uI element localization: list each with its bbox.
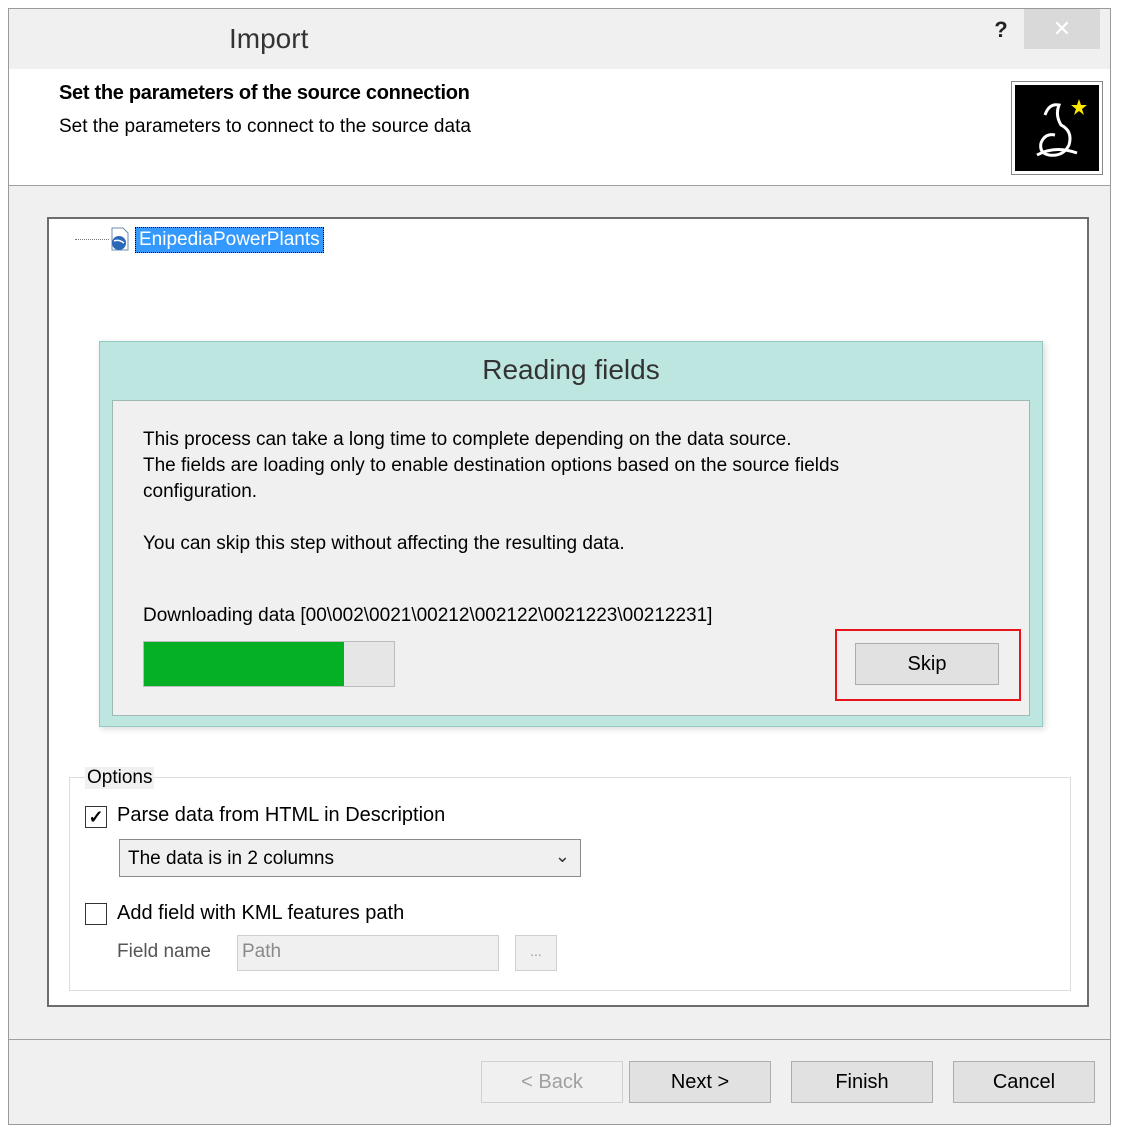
columns-select[interactable]: The data is in 2 columns ⌄ [119,839,581,877]
footer-separator [9,1039,1110,1040]
tree-connector [75,239,109,240]
field-name-label: Field name [117,941,211,962]
tree-item-enipedia[interactable]: EnipediaPowerPlants [135,227,324,253]
cancel-button[interactable]: Cancel [953,1061,1095,1103]
finish-button[interactable]: Finish [791,1061,933,1103]
kml-layer-icon [109,227,131,251]
title-bar: Import ? ✕ [9,9,1110,69]
back-button[interactable]: < Back [481,1061,623,1103]
parse-html-checkbox[interactable]: ✓ [85,806,107,828]
skip-note: You can skip this step without affecting… [143,533,625,554]
reading-fields-title: Reading fields [482,354,660,385]
chevron-down-icon: ⌄ [554,846,570,866]
skip-button[interactable]: Skip [855,643,999,685]
parse-html-label[interactable]: Parse data from HTML in Description [117,804,445,827]
close-button[interactable]: ✕ [1024,9,1100,49]
import-dialog: Import ? ✕ Set the parameters of the sou… [8,8,1111,1125]
columns-select-value: The data is in 2 columns [128,848,334,869]
download-status: Downloading data [00\002\0021\00212\0021… [143,605,713,626]
window-title: Import [229,23,309,54]
add-path-field-checkbox[interactable] [85,903,107,925]
help-button[interactable]: ? [988,15,1014,45]
next-button[interactable]: Next > [629,1061,771,1103]
reading-fields-body: This process can take a long time to com… [112,400,1030,716]
progress-bar [143,641,395,687]
progress-fill [144,642,344,686]
add-path-field-label[interactable]: Add field with KML features path [117,902,404,925]
wizard-header: Set the parameters of the source connect… [9,69,1110,186]
options-legend: Options [85,767,155,789]
reading-fields-dialog: Reading fields This process can take a l… [99,341,1043,727]
message-line-1: This process can take a long time to com… [143,429,792,450]
page-title: Set the parameters of the source connect… [59,82,470,104]
browse-button[interactable]: ... [515,935,557,971]
message-line-2: The fields are loading only to enable de… [143,455,840,502]
wizard-icon [1011,81,1103,175]
page-subtitle: Set the parameters to connect to the sou… [59,116,471,137]
reading-fields-message: This process can take a long time to com… [143,427,943,505]
field-name-input[interactable]: Path [237,935,499,971]
